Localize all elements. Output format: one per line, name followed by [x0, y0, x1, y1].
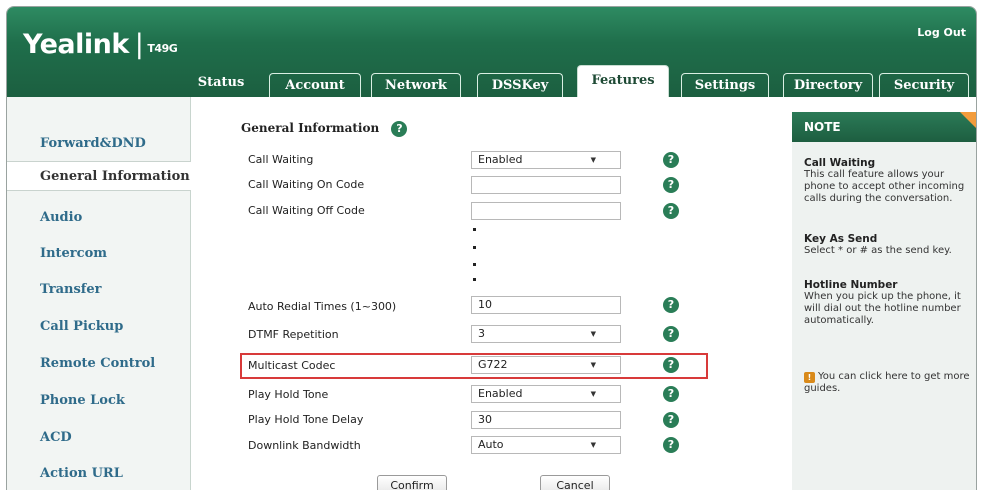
note-corner-decoration	[960, 112, 976, 128]
ellipsis-dot	[473, 246, 476, 249]
guide-link[interactable]: ! You can click here to get more guides.	[804, 371, 976, 395]
note-body: Call Waiting This call feature allows yo…	[792, 142, 976, 490]
logout-link[interactable]: Log Out	[917, 26, 966, 39]
tab-status[interactable]: Status	[185, 69, 257, 97]
sidebar-item-call-pickup[interactable]: Call Pickup	[7, 312, 190, 342]
call-waiting-select[interactable]: Enabled ▼	[471, 151, 621, 169]
book-icon: !	[804, 372, 815, 383]
note-block-text: When you pick up the phone, it will dial…	[804, 291, 961, 326]
downlink-bandwidth-value: Auto	[478, 438, 504, 451]
play-hold-tone-delay-input[interactable]: 30	[471, 411, 621, 429]
header: Yealink | T49G Log Out Status Account Netw…	[7, 7, 976, 97]
call-waiting-value: Enabled	[478, 153, 523, 166]
call-waiting-label: Call Waiting	[248, 153, 314, 166]
tab-network[interactable]: Network	[371, 73, 461, 97]
sidebar-item-phone-lock[interactable]: Phone Lock	[7, 386, 190, 416]
ellipsis-dot	[473, 263, 476, 266]
help-icon[interactable]: ?	[663, 412, 679, 428]
play-hold-tone-label: Play Hold Tone	[248, 388, 329, 401]
multicast-codec-select[interactable]: G722 ▼	[471, 356, 621, 374]
call-waiting-off-code-label: Call Waiting Off Code	[248, 204, 365, 217]
settings-panel: General Information ? Call Waiting Enabl…	[191, 97, 787, 490]
play-hold-tone-delay-label: Play Hold Tone Delay	[248, 413, 364, 426]
note-panel: NOTE Call Waiting This call feature allo…	[787, 97, 976, 490]
tab-security[interactable]: Security	[879, 73, 969, 97]
note-block-key-as-send: Key As Send Select * or # as the send ke…	[804, 233, 976, 257]
tab-directory[interactable]: Directory	[783, 73, 873, 97]
section-title: General Information ?	[241, 121, 408, 137]
play-hold-tone-select[interactable]: Enabled ▼	[471, 385, 621, 403]
auto-redial-times-input[interactable]: 10	[471, 296, 621, 314]
brand-model: T49G	[147, 42, 178, 55]
caret-down-icon: ▼	[590, 156, 596, 164]
note-block-title: Key As Send	[804, 233, 878, 245]
ellipsis-dot	[473, 278, 476, 281]
sidebar-item-remote-control[interactable]: Remote Control	[7, 349, 190, 379]
caret-down-icon: ▼	[590, 441, 596, 449]
downlink-bandwidth-label: Downlink Bandwidth	[248, 439, 361, 452]
sidebar-item-action-url[interactable]: Action URL	[7, 459, 190, 489]
sidebar-item-general-information[interactable]: General Information	[7, 161, 191, 191]
call-waiting-on-code-label: Call Waiting On Code	[248, 178, 365, 191]
top-tabs: Status Account Network DSSKey Features S…	[185, 57, 976, 97]
downlink-bandwidth-select[interactable]: Auto ▼	[471, 436, 621, 454]
help-icon[interactable]: ?	[663, 297, 679, 313]
note-block-title: Hotline Number	[804, 279, 898, 291]
play-hold-tone-value: Enabled	[478, 387, 523, 400]
sidebar-item-intercom[interactable]: Intercom	[7, 239, 190, 269]
multicast-codec-value: G722	[478, 358, 508, 371]
section-title-text: General Information	[241, 121, 380, 135]
browser-frame: Yealink | T49G Log Out Status Account Netw…	[6, 6, 977, 490]
brand-name: Yealink	[23, 29, 129, 60]
brand-logo: Yealink | T49G	[23, 29, 178, 60]
sidebar-item-forward-dnd[interactable]: Forward&DND	[7, 129, 190, 159]
note-block-text: Select * or # as the send key.	[804, 245, 952, 256]
sidebar-item-audio[interactable]: Audio	[7, 203, 190, 233]
auto-redial-times-label: Auto Redial Times (1~300)	[248, 300, 397, 313]
guide-link-text[interactable]: You can click here to get more guides.	[804, 371, 970, 394]
dtmf-repetition-label: DTMF Repetition	[248, 328, 339, 341]
sidebar-item-acd[interactable]: ACD	[7, 423, 190, 453]
caret-down-icon: ▼	[590, 330, 596, 338]
help-icon[interactable]: ?	[663, 437, 679, 453]
tab-settings[interactable]: Settings	[681, 73, 769, 97]
help-icon[interactable]: ?	[391, 121, 408, 137]
note-title: NOTE	[792, 112, 976, 142]
confirm-button[interactable]: Confirm	[377, 475, 447, 490]
dtmf-repetition-select[interactable]: 3 ▼	[471, 325, 621, 343]
ellipsis-dot	[473, 228, 476, 231]
dtmf-repetition-value: 3	[478, 327, 485, 340]
help-icon[interactable]: ?	[663, 203, 679, 219]
help-icon[interactable]: ?	[663, 152, 679, 168]
cancel-button[interactable]: Cancel	[540, 475, 610, 490]
tab-features[interactable]: Features	[577, 65, 669, 97]
help-icon[interactable]: ?	[663, 326, 679, 342]
sidebar-item-transfer[interactable]: Transfer	[7, 275, 190, 305]
caret-down-icon: ▼	[590, 361, 596, 369]
sidebar: Forward&DND General Information Audio In…	[7, 97, 191, 490]
note-block-hotline-number: Hotline Number When you pick up the phon…	[804, 279, 976, 327]
help-icon[interactable]: ?	[663, 357, 679, 373]
note-block-text: This call feature allows your phone to a…	[804, 169, 965, 204]
tab-dsskey[interactable]: DSSKey	[477, 73, 563, 97]
caret-down-icon: ▼	[590, 390, 596, 398]
note-block-title: Call Waiting	[804, 157, 876, 169]
call-waiting-on-code-input[interactable]	[471, 176, 621, 194]
tab-account[interactable]: Account	[269, 73, 361, 97]
help-icon[interactable]: ?	[663, 386, 679, 402]
note-block-call-waiting: Call Waiting This call feature allows yo…	[804, 157, 976, 205]
multicast-codec-label: Multicast Codec	[248, 359, 336, 372]
help-icon[interactable]: ?	[663, 177, 679, 193]
call-waiting-off-code-input[interactable]	[471, 202, 621, 220]
